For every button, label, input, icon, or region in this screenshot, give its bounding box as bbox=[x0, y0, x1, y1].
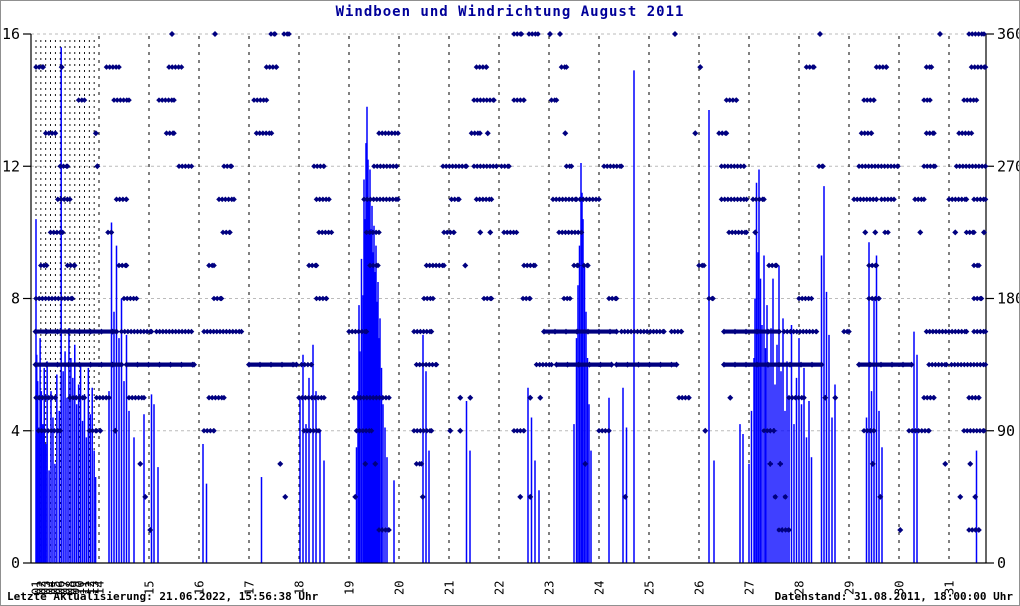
y-left-tick-label: 0 bbox=[11, 554, 20, 572]
x-tick-label: 27 bbox=[743, 581, 757, 595]
gust-bars-series bbox=[35, 47, 978, 563]
right-axis-labels: 0 90 180 270 360 bbox=[997, 25, 1020, 572]
x-tick-label: 19 bbox=[343, 581, 357, 595]
x-tick-label: 20 bbox=[393, 581, 407, 595]
left-axis-labels: 0 4 8 12 16 bbox=[2, 25, 20, 572]
x-tick-label: 21 bbox=[443, 581, 457, 595]
y-left-tick-label: 4 bbox=[11, 422, 20, 440]
chart-frame: 0481216090180270360010203040506070809101… bbox=[0, 0, 1020, 606]
y-right-tick-label: 0 bbox=[997, 554, 1006, 572]
y-right-tick-label: 270 bbox=[997, 157, 1020, 175]
direction-scatter-series bbox=[32, 31, 989, 533]
last-update-text: Letzte Aktualisierung: 21.06.2022, 15:56… bbox=[7, 590, 319, 603]
x-tick-label: 22 bbox=[493, 581, 507, 595]
x-tick-label: 25 bbox=[643, 581, 657, 595]
x-tick-label: 23 bbox=[543, 581, 557, 595]
y-left-tick-label: 12 bbox=[2, 157, 20, 175]
y-right-tick-label: 360 bbox=[997, 25, 1020, 43]
wind-chart-canvas: 0481216090180270360010203040506070809101… bbox=[2, 25, 1020, 595]
chart-title: Windboen und Windrichtung August 2011 bbox=[335, 4, 685, 20]
x-tick-label: 26 bbox=[693, 581, 707, 595]
y-left-tick-label: 8 bbox=[11, 290, 20, 308]
y-left-tick-label: 16 bbox=[2, 25, 20, 43]
data-state-text: Datenstand: 31.08.2011, 18:00:00 Uhr bbox=[774, 590, 1013, 603]
y-right-tick-label: 180 bbox=[997, 290, 1020, 308]
x-tick-label: 24 bbox=[593, 581, 607, 595]
y-right-tick-label: 90 bbox=[997, 422, 1015, 440]
